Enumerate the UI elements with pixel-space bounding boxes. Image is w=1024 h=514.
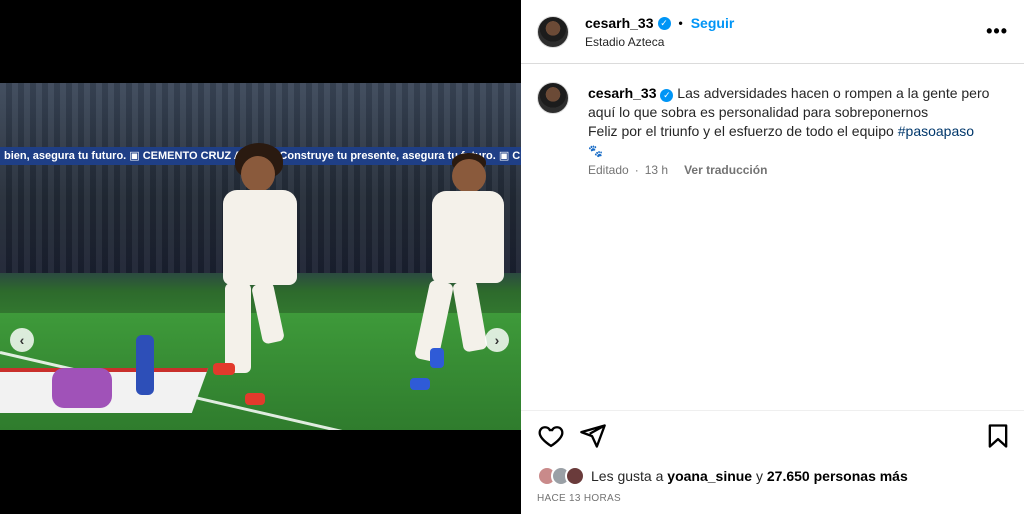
caption-username[interactable]: cesarh_33 bbox=[588, 85, 657, 101]
post-header: cesarh_33 ✓ • Seguir Estadio Azteca ••• bbox=[521, 0, 1024, 64]
meta-dot: · bbox=[634, 163, 639, 177]
follow-button[interactable]: Seguir bbox=[691, 15, 735, 31]
player-figure-2 bbox=[410, 153, 520, 393]
author-username[interactable]: cesarh_33 bbox=[585, 15, 654, 31]
post-time-ago[interactable]: HACE 13 HORAS bbox=[537, 493, 621, 504]
heart-icon[interactable] bbox=[537, 422, 565, 450]
caption-meta: Editado · 13 h Ver traducción bbox=[588, 163, 767, 177]
caption-time[interactable]: 13 h bbox=[645, 163, 668, 177]
edited-label: Editado bbox=[588, 163, 629, 177]
opponent-figure bbox=[136, 335, 154, 395]
caption-text: cesarh_33 ✓ Las adversidades hacen o rom… bbox=[588, 84, 998, 161]
player-figure-1 bbox=[205, 138, 315, 408]
liker-avatar bbox=[565, 466, 585, 486]
see-translation-button[interactable]: Ver traducción bbox=[684, 163, 767, 177]
media-pane: bien, asegura tu futuro. ▣ CEMENTO CRUZ … bbox=[0, 0, 521, 514]
more-options-icon[interactable]: ••• bbox=[986, 22, 1008, 40]
goalkeeper-figure bbox=[52, 368, 112, 408]
verified-badge-icon: ✓ bbox=[660, 89, 674, 102]
author-row: cesarh_33 ✓ • Seguir bbox=[585, 15, 734, 31]
bookmark-icon[interactable] bbox=[984, 422, 1012, 450]
liker-username[interactable]: yoana_sinue bbox=[667, 468, 752, 484]
caption-author-avatar[interactable] bbox=[537, 82, 569, 114]
author-avatar[interactable] bbox=[537, 16, 569, 48]
liker-avatars[interactable] bbox=[537, 466, 585, 486]
carousel-prev-button[interactable]: ‹ bbox=[10, 328, 34, 352]
send-icon[interactable] bbox=[579, 422, 607, 450]
post-photo[interactable]: bien, asegura tu futuro. ▣ CEMENTO CRUZ … bbox=[0, 83, 521, 430]
likes-count[interactable]: 27.650 personas más bbox=[767, 468, 908, 484]
likes-prefix: Les gusta a bbox=[591, 468, 664, 484]
likes-summary: Les gusta a yoana_sinue y 27.650 persona… bbox=[537, 466, 908, 486]
carousel-next-button[interactable]: › bbox=[485, 328, 509, 352]
post-location[interactable]: Estadio Azteca bbox=[585, 35, 664, 49]
separator-dot: • bbox=[678, 16, 683, 30]
caption-block: cesarh_33 ✓ Las adversidades hacen o rom… bbox=[521, 64, 1024, 411]
verified-badge-icon: ✓ bbox=[657, 16, 671, 30]
caption-line-2: Feliz por el triunfo y el esfuerzo de to… bbox=[588, 123, 894, 139]
hashtag-link[interactable]: #pasoapaso bbox=[898, 123, 974, 139]
post-side-panel: cesarh_33 ✓ • Seguir Estadio Azteca ••• … bbox=[521, 0, 1024, 514]
paw-prints-icon: 🐾 bbox=[588, 144, 603, 158]
action-bar bbox=[521, 422, 1024, 454]
likes-join: y bbox=[756, 468, 763, 484]
